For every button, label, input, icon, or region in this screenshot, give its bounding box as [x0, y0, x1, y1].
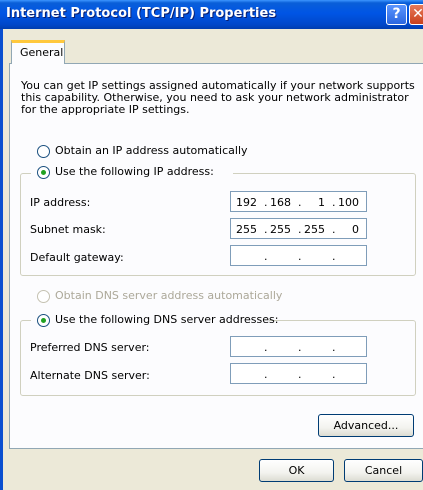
octet-4: 0	[352, 223, 359, 236]
window-title: Internet Protocol (TCP/IP) Properties	[6, 6, 277, 21]
use-following-dns-radio[interactable]	[37, 314, 50, 327]
dns-server-group	[20, 320, 416, 396]
octet-separator: .	[264, 196, 268, 209]
use-following-ip-radio[interactable]	[37, 166, 50, 179]
octet-separator: .	[332, 341, 336, 354]
octet-separator: .	[332, 223, 336, 236]
subnet-mask-field[interactable]: 255 . 255 . 255 . 0	[230, 218, 367, 239]
octet-3: 1	[318, 196, 325, 209]
window-frame	[0, 29, 3, 490]
close-button[interactable]: ✕	[409, 4, 423, 25]
octet-separator: .	[298, 196, 302, 209]
octet-separator: .	[298, 250, 302, 263]
octet-separator: .	[264, 341, 268, 354]
obtain-dns-auto-label: Obtain DNS server address automatically	[55, 289, 283, 302]
octet-1: 255	[236, 223, 257, 236]
intro-text: You can get IP settings assigned automat…	[21, 79, 415, 116]
ip-address-label: IP address:	[30, 196, 91, 209]
use-following-ip-label[interactable]: Use the following IP address:	[55, 165, 214, 178]
use-following-dns-label[interactable]: Use the following DNS server addresses:	[55, 313, 278, 326]
default-gateway-field[interactable]: . . .	[230, 245, 367, 266]
title-bar[interactable]: Internet Protocol (TCP/IP) Properties ? …	[0, 0, 423, 29]
obtain-ip-auto-radio[interactable]	[37, 145, 50, 158]
octet-separator: .	[332, 196, 336, 209]
subnet-mask-label: Subnet mask:	[30, 223, 106, 236]
default-gateway-label: Default gateway:	[30, 251, 124, 264]
preferred-dns-label: Preferred DNS server:	[30, 341, 150, 354]
help-button[interactable]: ?	[386, 4, 407, 25]
octet-separator: .	[298, 341, 302, 354]
tab-general[interactable]: General	[11, 40, 65, 64]
cancel-button[interactable]: Cancel	[344, 459, 423, 482]
octet-4: 100	[338, 196, 359, 209]
alternate-dns-label: Alternate DNS server:	[30, 369, 150, 382]
alternate-dns-field[interactable]: . . .	[230, 363, 367, 384]
ok-button[interactable]: OK	[259, 459, 334, 482]
octet-2: 168	[270, 196, 291, 209]
octet-separator: .	[298, 223, 302, 236]
octet-3: 255	[304, 223, 325, 236]
octet-separator: .	[332, 250, 336, 263]
octet-separator: .	[264, 368, 268, 381]
advanced-button[interactable]: Advanced...	[318, 414, 414, 437]
octet-separator: .	[264, 250, 268, 263]
tab-general-label: General	[20, 46, 64, 59]
octet-separator: .	[264, 223, 268, 236]
octet-1: 192	[236, 196, 257, 209]
preferred-dns-field[interactable]: . . .	[230, 336, 367, 357]
octet-2: 255	[270, 223, 291, 236]
obtain-ip-auto-label[interactable]: Obtain an IP address automatically	[55, 144, 248, 157]
ip-address-field[interactable]: 192 . 168 . 1 . 100	[230, 191, 367, 212]
octet-separator: .	[332, 368, 336, 381]
obtain-dns-auto-radio	[37, 290, 50, 303]
octet-separator: .	[298, 368, 302, 381]
